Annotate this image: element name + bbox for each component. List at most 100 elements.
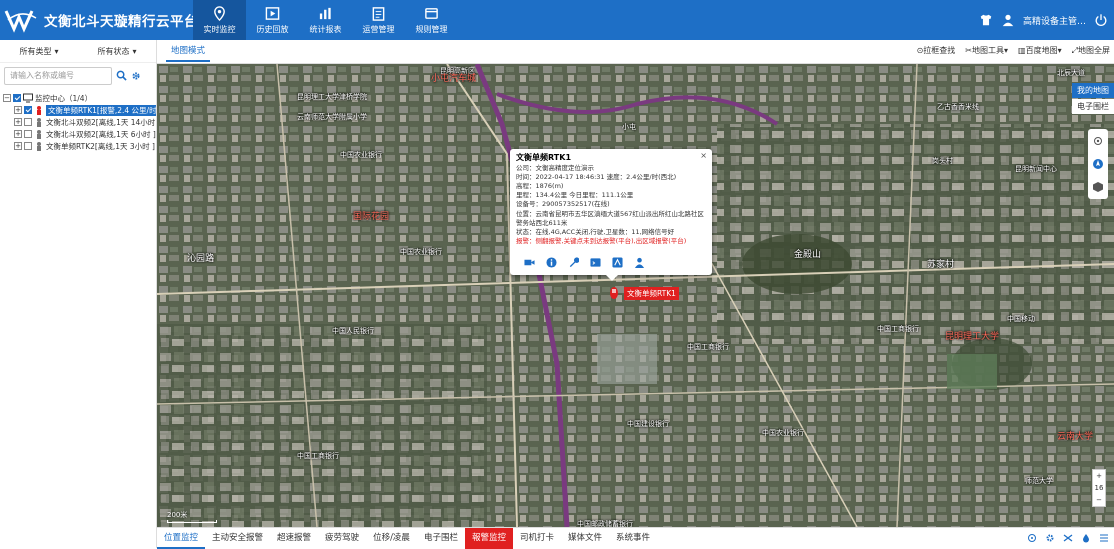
tab-position-monitor[interactable]: 位置监控 xyxy=(157,528,206,549)
device-checkbox[interactable] xyxy=(24,118,32,126)
map-place-label: 云南师范大学附属小学 xyxy=(297,113,367,121)
tab-displacement[interactable]: 位移/凌晨 xyxy=(366,528,417,549)
tree-device-row[interactable]: + 文衡单频RTK1[报警,2.4 公里/时] xyxy=(3,104,156,116)
fullscreen-button[interactable]: ⤢地图全屏 xyxy=(1072,45,1110,56)
cube-icon[interactable] xyxy=(1092,181,1104,193)
tab-fatigue-driving[interactable]: 疲劳驾驶 xyxy=(318,528,366,549)
tab-geofence[interactable]: 电子围栏 xyxy=(417,528,465,549)
map-place-label: 乙古香香米线 xyxy=(937,103,979,111)
nav-history-playback[interactable]: 历史回放 xyxy=(246,0,299,40)
tab-media-files[interactable]: 媒体文件 xyxy=(561,528,609,549)
tab-active-safety-alarm[interactable]: 主动安全报警 xyxy=(205,528,270,549)
list-icon[interactable] xyxy=(1099,533,1109,543)
popup-title: 文衡单频RTK1 xyxy=(516,153,572,162)
track-icon[interactable] xyxy=(612,257,623,268)
filter-row: 所有类型 ▾ 所有状态 ▾ xyxy=(0,40,156,62)
playback-icon xyxy=(265,6,280,20)
target-icon[interactable] xyxy=(1027,533,1037,543)
search-icon[interactable] xyxy=(116,70,127,81)
root-checkbox[interactable] xyxy=(13,94,21,102)
tab-driver-clockin[interactable]: 司机打卡 xyxy=(513,528,561,549)
type-filter[interactable]: 所有类型 ▾ xyxy=(0,46,78,57)
scale-text: 200米 xyxy=(167,511,188,519)
drop-icon[interactable] xyxy=(1081,533,1091,543)
map-tools-menu[interactable]: ✂地图工具▾ xyxy=(965,45,1008,56)
chevron-down-icon: ▾ xyxy=(54,46,59,56)
locate-icon[interactable] xyxy=(1092,135,1104,147)
geofence-button[interactable]: 电子围栏 xyxy=(1072,99,1114,114)
tab-alarm-monitor[interactable]: 報警监控 xyxy=(464,527,513,549)
tab-system-events[interactable]: 系统事件 xyxy=(609,528,657,549)
expand-icon[interactable]: + xyxy=(14,118,22,126)
chevron-down-icon: ▾ xyxy=(132,46,137,56)
expand-icon[interactable]: + xyxy=(14,106,22,114)
clipboard-icon xyxy=(372,6,385,21)
zoom-control: + 16 − xyxy=(1092,469,1106,507)
search-input[interactable] xyxy=(4,66,112,85)
nav-rules-management[interactable]: 规则管理 xyxy=(405,0,458,40)
device-checkbox[interactable] xyxy=(24,142,32,150)
close-icon[interactable]: × xyxy=(700,151,707,160)
map-place-label: 中国建设银行 xyxy=(627,420,669,428)
collapse-icon[interactable]: − xyxy=(3,94,11,102)
info-icon[interactable] xyxy=(546,257,557,268)
gear-icon[interactable] xyxy=(131,71,141,81)
user-icon[interactable] xyxy=(1001,13,1015,27)
popup-line-device-id: 设备号：290057352517(在线) xyxy=(516,200,610,209)
map-place-label: 师范大学 xyxy=(1025,477,1053,485)
logo-icon xyxy=(4,10,37,33)
scale-line xyxy=(167,520,217,523)
map-place-label: 金殿山 xyxy=(794,250,822,260)
tab-speeding-alarm[interactable]: 超速报警 xyxy=(270,528,318,549)
map-place-label: 岗头村 xyxy=(932,157,953,165)
map-provider-menu[interactable]: ▥百度地图▾ xyxy=(1018,45,1062,56)
map-place-label: 昆明理工大学 xyxy=(945,332,1000,342)
vehicle-marker[interactable]: 文衡单频RTK1 xyxy=(608,286,679,300)
box-search-tool[interactable]: ⊙拉框查找 xyxy=(917,45,956,56)
map-place-label: 中国农业银行 xyxy=(400,248,442,256)
device-checkbox[interactable] xyxy=(24,130,32,138)
tree-root[interactable]: − 监控中心（1/4） xyxy=(3,92,156,104)
expand-icon[interactable]: + xyxy=(14,130,22,138)
driver-icon[interactable] xyxy=(634,257,645,268)
popup-line-location: 位置：云南省昆明市五华区滇缅大道567红山派出所红山北路社区警务站西北611米 xyxy=(516,209,704,227)
map-place-label: 北辰大道 xyxy=(1057,69,1085,77)
shirt-icon[interactable] xyxy=(979,13,993,27)
map-place-label: 苏家村 xyxy=(927,260,955,270)
shuffle-icon[interactable] xyxy=(1063,533,1073,543)
tree-device-row[interactable]: + 文衡北斗双频2[离线,1天 14小时] xyxy=(3,116,156,128)
bar-chart-icon xyxy=(319,7,331,19)
expand-icon[interactable]: + xyxy=(14,142,22,150)
map-view[interactable]: 昆明高新区 小屯汽车城 昆明理工大学津桥学院 云南师范大学附属小学 小屯 中国农业银行 国际… xyxy=(157,64,1114,527)
map-side-tools xyxy=(1088,129,1108,199)
zoom-out-button[interactable]: − xyxy=(1093,494,1105,506)
device-label: 文衡北斗双频2[离线,1天 6小时 ] xyxy=(46,129,156,139)
map-place-label: 中国人民银行 xyxy=(332,327,374,335)
status-filter-label: 所有状态 xyxy=(97,46,130,56)
device-checkbox[interactable] xyxy=(24,106,32,114)
settings-icon[interactable] xyxy=(1045,533,1055,543)
command-icon[interactable] xyxy=(590,257,601,268)
status-filter[interactable]: 所有状态 ▾ xyxy=(78,46,156,57)
bottom-icons xyxy=(1027,533,1114,543)
zoom-in-button[interactable]: + xyxy=(1093,470,1105,482)
nav-operation-management[interactable]: 运营管理 xyxy=(352,0,405,40)
tree-device-row[interactable]: + 文衡北斗双频2[离线,1天 6小时 ] xyxy=(3,128,156,140)
user-name[interactable]: 高精设备主管… xyxy=(1023,14,1086,27)
tab-map-mode[interactable]: 地图模式 xyxy=(166,44,211,62)
nav-statistics-report[interactable]: 统计报表 xyxy=(299,0,352,40)
power-icon[interactable] xyxy=(1094,13,1108,27)
map-tools: ⊙拉框查找 ✂地图工具▾ ▥百度地图▾ ⤢地图全屏 xyxy=(917,45,1110,56)
compass-icon[interactable] xyxy=(1092,158,1104,170)
map-place-label: 昆明理工大学津桥学院 xyxy=(297,93,367,101)
map-place-label: 中国工商银行 xyxy=(877,325,919,333)
tree-device-row[interactable]: + 文衡单频RTK2[离线,1天 3小时 ] xyxy=(3,140,156,152)
video-icon[interactable] xyxy=(524,257,535,268)
map-place-label: 沁园路 xyxy=(187,254,215,264)
brand: 文衡北斗天璇精行云平台 xyxy=(4,6,198,34)
map-toolbar: 地图模式 ⊙拉框查找 ✂地图工具▾ ▥百度地图▾ ⤢地图全屏 xyxy=(157,40,1114,64)
my-map-button[interactable]: 我的地图 xyxy=(1072,83,1114,98)
search-row xyxy=(0,62,156,88)
nav-realtime-monitor[interactable]: 实时监控 xyxy=(193,0,246,40)
wrench-icon[interactable] xyxy=(568,257,579,268)
